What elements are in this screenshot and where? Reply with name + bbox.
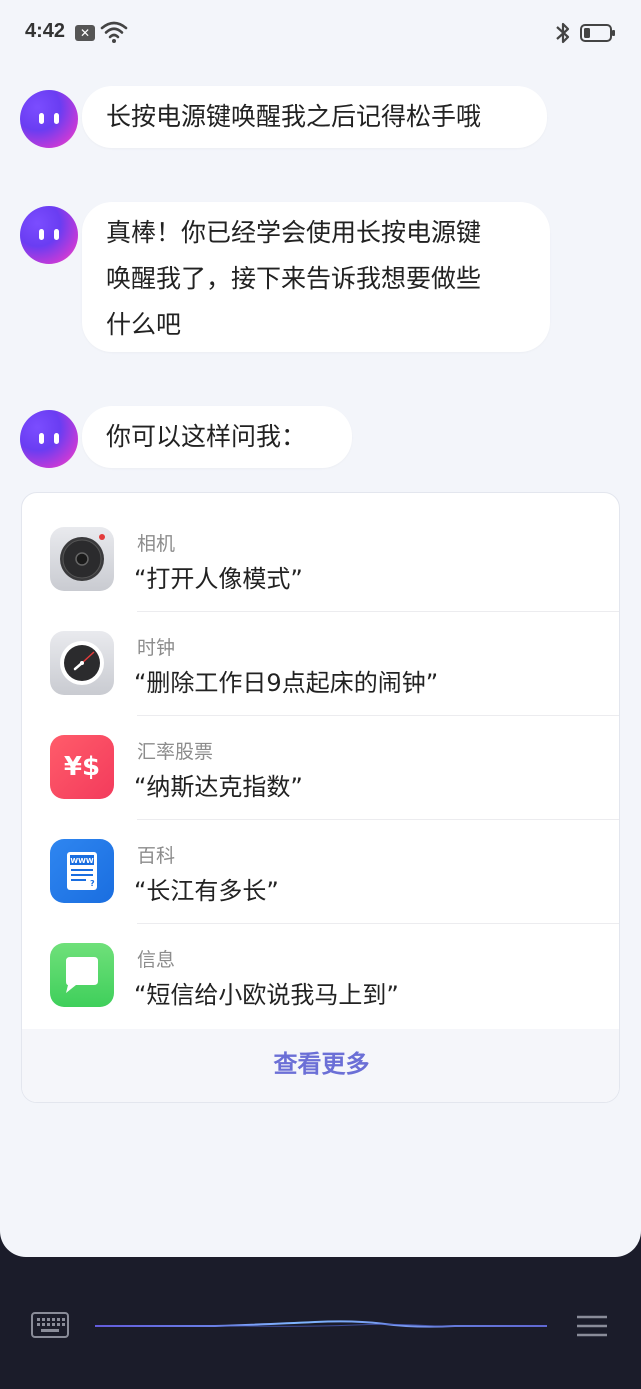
currency-stock-icon: ¥$ [50, 735, 114, 799]
bluetooth-icon [556, 22, 570, 44]
assistant-avatar [20, 90, 78, 148]
suggestion-query: “短信给小欧说我马上到” [134, 981, 399, 1009]
camera-icon [50, 527, 114, 591]
keyboard-icon[interactable] [30, 1311, 70, 1341]
suggestion-query: “打开人像模式” [134, 565, 303, 593]
avatar-eye [54, 229, 59, 240]
avatar-eye [39, 433, 44, 444]
assistant-avatar [20, 410, 78, 468]
assistant-panel: 4:42 ✕ 长按电源键唤醒我之后记得松手哦 真棒！你已经学会使用长按电源键 唤… [0, 0, 641, 1257]
voice-wave-icon [95, 1320, 547, 1328]
suggestion-app-name: 相机 [137, 533, 176, 555]
message-line: 真棒！你已经学会使用长按电源键 [106, 218, 482, 247]
avatar-eye [54, 113, 59, 124]
message-bubble: 长按电源键唤醒我之后记得松手哦 [82, 86, 547, 148]
status-bar: 4:42 ✕ [0, 0, 641, 66]
suggestion-app-name: 信息 [137, 949, 176, 971]
suggestions-card: 相机 “打开人像模式” 时钟 “删除工作日9点起床的闹钟” ¥$ 汇率股票 “纳… [21, 492, 620, 1103]
wifi-icon [100, 21, 128, 43]
message-line: 什么吧 [106, 310, 182, 339]
avatar-eye [54, 433, 59, 444]
currency-symbols: ¥$ [63, 752, 101, 782]
suggestion-app-name: 汇率股票 [137, 741, 214, 763]
suggestion-item[interactable]: WWW ? 百科 “长江有多长” [22, 805, 619, 909]
message-line: 长按电源键唤醒我之后记得松手哦 [106, 102, 482, 131]
battery-icon [580, 24, 615, 42]
www-text: WWW [70, 857, 93, 865]
suggestion-app-name: 百科 [137, 845, 176, 867]
assistant-avatar [20, 206, 78, 264]
suggestion-query: “纳斯达克指数” [134, 773, 303, 801]
status-time: 4:42 [25, 20, 66, 42]
suggestion-item[interactable]: 信息 “短信给小欧说我马上到” [22, 909, 619, 1013]
messages-icon [50, 943, 114, 1007]
suggestion-app-name: 时钟 [137, 637, 176, 659]
suggestion-item[interactable]: 时钟 “删除工作日9点起床的闹钟” [22, 597, 619, 701]
suggestion-item[interactable]: 相机 “打开人像模式” [22, 493, 619, 597]
message-bubble: 你可以这样问我： [82, 406, 352, 468]
encyclopedia-icon: WWW ? [50, 839, 114, 903]
svg-text:?: ? [90, 879, 95, 888]
message-line: 唤醒我了，接下来告诉我想要做些 [106, 264, 482, 293]
see-more-button[interactable]: 查看更多 [22, 1029, 619, 1102]
avatar-eye [39, 113, 44, 124]
avatar-eye [39, 229, 44, 240]
notification-x-icon: ✕ [75, 25, 95, 41]
clock-icon [50, 631, 114, 695]
menu-icon[interactable] [575, 1313, 609, 1341]
suggestion-item[interactable]: ¥$ 汇率股票 “纳斯达克指数” [22, 701, 619, 805]
suggestion-query: “长江有多长” [134, 877, 279, 905]
message-bubble: 真棒！你已经学会使用长按电源键 唤醒我了，接下来告诉我想要做些 什么吧 [82, 202, 550, 352]
suggestion-query: “删除工作日9点起床的闹钟” [134, 669, 439, 697]
message-line: 你可以这样问我： [106, 422, 307, 451]
